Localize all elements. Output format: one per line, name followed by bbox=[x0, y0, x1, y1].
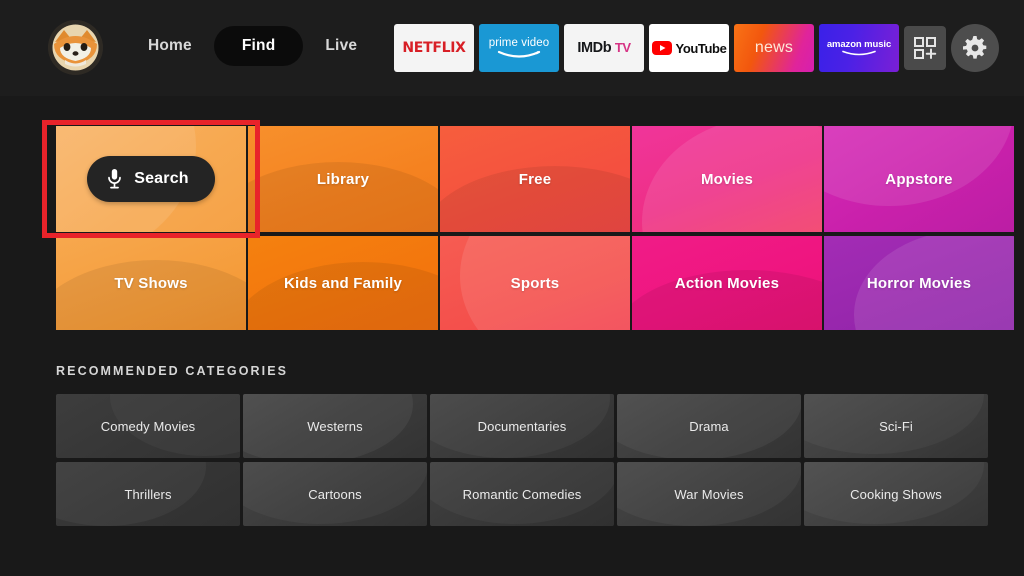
fire-tv-find-screen: Home Find Live NETFLIX prime video IMDb … bbox=[0, 0, 1024, 576]
tile-action-movies[interactable]: Action Movies bbox=[632, 236, 822, 330]
app-shortcuts: NETFLIX prime video IMDb TV YouTube news… bbox=[394, 24, 999, 72]
nav-item-live[interactable]: Live bbox=[303, 26, 379, 66]
nav-item-find[interactable]: Find bbox=[213, 26, 304, 66]
tile-free[interactable]: Free bbox=[440, 126, 630, 232]
primary-tile-grid: Search Library Free Movies Appstore TV S… bbox=[56, 126, 1014, 330]
category-label: Sci-Fi bbox=[879, 418, 913, 434]
imdb-logo-text: IMDb TV bbox=[577, 40, 631, 56]
category-label: Cooking Shows bbox=[850, 486, 942, 502]
tile-label: TV Shows bbox=[114, 274, 188, 292]
app-grid-add-button[interactable] bbox=[904, 26, 946, 70]
category-war-movies[interactable]: War Movies bbox=[617, 462, 801, 526]
tile-decor-blob bbox=[56, 260, 246, 330]
tile-label: Free bbox=[518, 170, 552, 188]
recommended-categories-heading: RECOMMENDED CATEGORIES bbox=[56, 364, 289, 378]
fox-avatar-icon bbox=[48, 20, 103, 75]
app-tile-amazon-music[interactable]: amazon music bbox=[819, 24, 899, 72]
tile-label: Sports bbox=[510, 274, 560, 292]
category-label: Documentaries bbox=[477, 418, 567, 434]
youtube-play-icon bbox=[651, 41, 672, 55]
tile-search[interactable]: Search bbox=[56, 126, 246, 232]
category-cartoons[interactable]: Cartoons bbox=[243, 462, 427, 526]
category-label: War Movies bbox=[674, 486, 744, 502]
app-tile-netflix[interactable]: NETFLIX bbox=[394, 24, 474, 72]
category-romantic-comedies[interactable]: Romantic Comedies bbox=[430, 462, 614, 526]
tile-sports[interactable]: Sports bbox=[440, 236, 630, 330]
app-tile-imdb-tv[interactable]: IMDb TV bbox=[564, 24, 644, 72]
youtube-logo-text: YouTube bbox=[675, 40, 727, 56]
app-tile-youtube[interactable]: YouTube bbox=[649, 24, 729, 72]
tile-decor-blob bbox=[248, 262, 438, 330]
category-label: Thrillers bbox=[124, 486, 172, 502]
nav-links: Home Find Live bbox=[126, 26, 379, 66]
category-label: Comedy Movies bbox=[100, 418, 196, 434]
tile-label: Appstore bbox=[885, 170, 953, 188]
top-navigation-bar: Home Find Live NETFLIX prime video IMDb … bbox=[0, 0, 1024, 96]
category-documentaries[interactable]: Documentaries bbox=[430, 394, 614, 458]
app-tile-news[interactable]: news bbox=[734, 24, 814, 72]
category-sci-fi[interactable]: Sci-Fi bbox=[804, 394, 988, 458]
tile-label: Kids and Family bbox=[283, 274, 403, 292]
category-comedy-movies[interactable]: Comedy Movies bbox=[56, 394, 240, 458]
category-label: Cartoons bbox=[308, 486, 362, 502]
microphone-icon bbox=[108, 169, 122, 189]
category-drama[interactable]: Drama bbox=[617, 394, 801, 458]
category-label: Westerns bbox=[307, 418, 363, 434]
category-label: Drama bbox=[689, 418, 729, 434]
amazon-smile-swoosh-icon bbox=[842, 50, 876, 56]
tile-label: Action Movies bbox=[674, 274, 780, 292]
tile-label: Movies bbox=[700, 170, 754, 188]
tile-kids-and-family[interactable]: Kids and Family bbox=[248, 236, 438, 330]
category-cooking-shows[interactable]: Cooking Shows bbox=[804, 462, 988, 526]
profile-avatar[interactable] bbox=[48, 20, 103, 75]
netflix-logo-text: NETFLIX bbox=[402, 40, 466, 56]
category-westerns[interactable]: Westerns bbox=[243, 394, 427, 458]
prime-video-logo-text: prime video bbox=[488, 36, 550, 49]
nav-item-home[interactable]: Home bbox=[126, 26, 214, 66]
tile-appstore[interactable]: Appstore bbox=[824, 126, 1014, 232]
amazon-music-logo-text: amazon music bbox=[826, 39, 892, 50]
category-thrillers[interactable]: Thrillers bbox=[56, 462, 240, 526]
amazon-smile-swoosh-icon bbox=[497, 50, 541, 58]
tile-label: Library bbox=[316, 170, 370, 188]
search-button-label: Search bbox=[134, 170, 189, 187]
tile-movies[interactable]: Movies bbox=[632, 126, 822, 232]
tile-decor-blob bbox=[824, 126, 1014, 206]
tile-tv-shows[interactable]: TV Shows bbox=[56, 236, 246, 330]
recommended-categories-grid: Comedy Movies Westerns Documentaries Dra… bbox=[56, 394, 988, 528]
tile-library[interactable]: Library bbox=[248, 126, 438, 232]
app-tile-prime-video[interactable]: prime video bbox=[479, 24, 559, 72]
search-button[interactable]: Search bbox=[87, 156, 215, 202]
grid-plus-icon bbox=[914, 37, 937, 59]
tile-horror-movies[interactable]: Horror Movies bbox=[824, 236, 1014, 330]
tile-label: Horror Movies bbox=[866, 274, 972, 292]
news-logo-text: news bbox=[754, 39, 794, 56]
settings-gear-button[interactable] bbox=[951, 24, 999, 72]
category-label: Romantic Comedies bbox=[462, 486, 582, 502]
gear-icon bbox=[963, 36, 987, 59]
